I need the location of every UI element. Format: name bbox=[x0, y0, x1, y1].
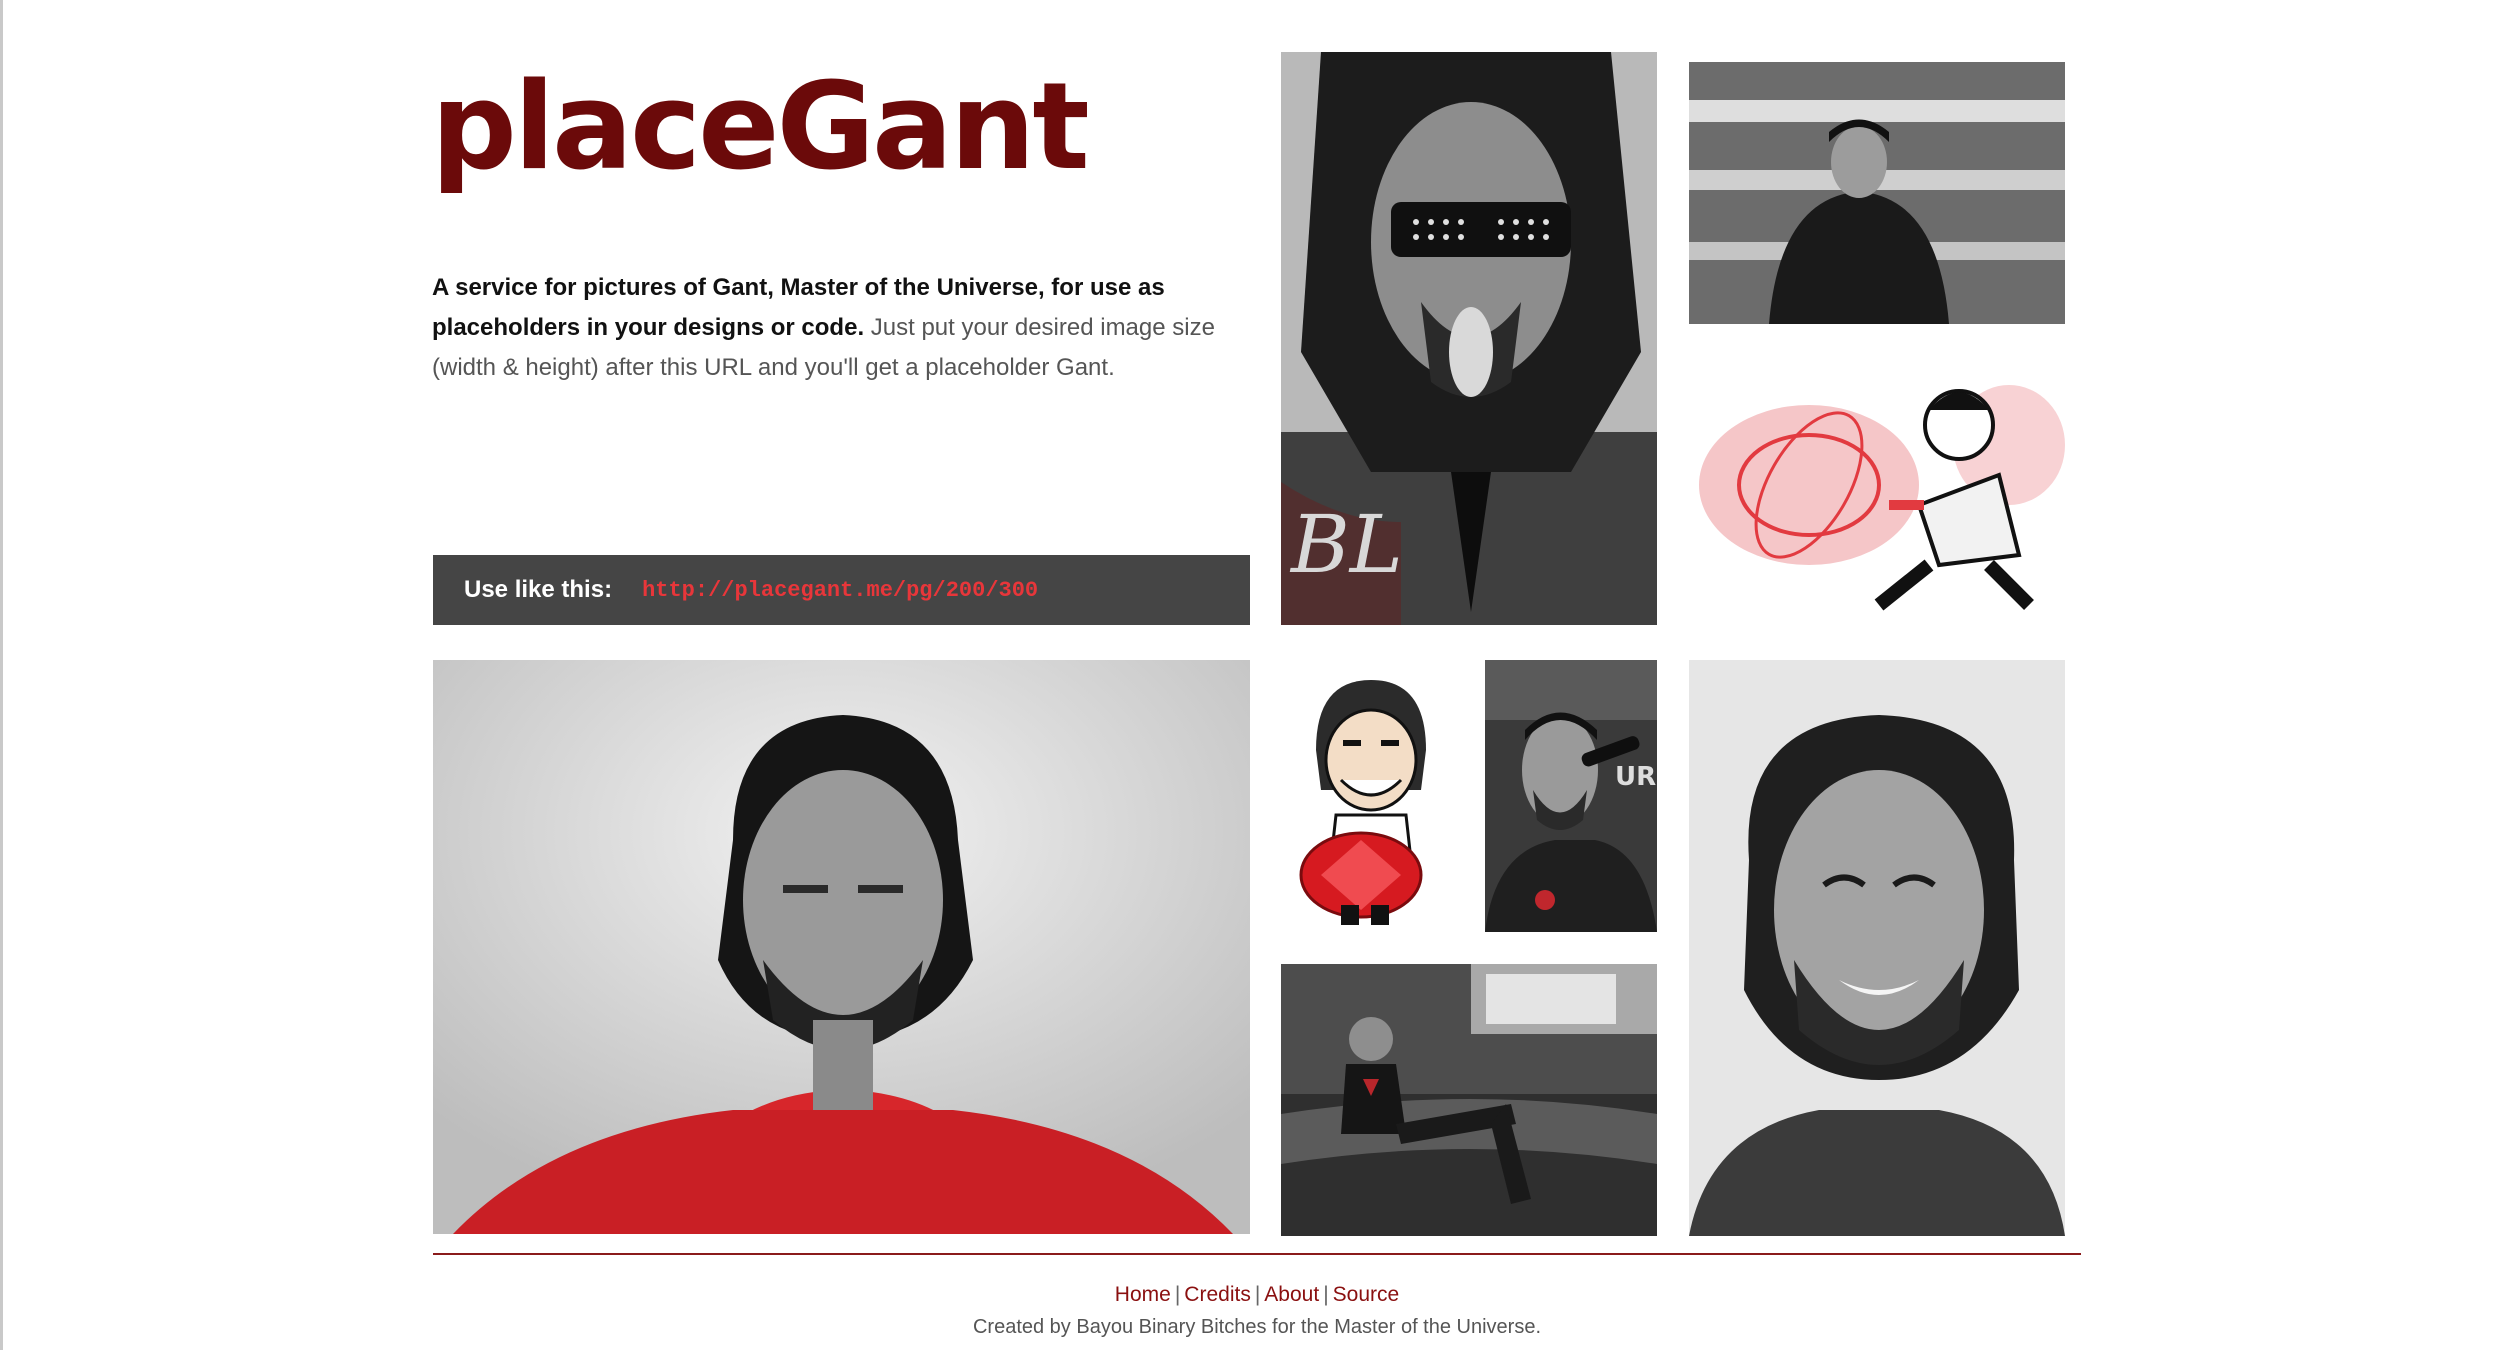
footer-divider bbox=[433, 1253, 2081, 1255]
portrait-illustration: UR bbox=[1485, 660, 1657, 932]
footer-link-source[interactable]: Source bbox=[1333, 1283, 1400, 1306]
site-logo[interactable]: placeGant bbox=[431, 58, 1090, 198]
usage-label: Use like this: bbox=[464, 576, 613, 603]
footer-link-about[interactable]: About bbox=[1264, 1283, 1319, 1306]
footer-separator: | bbox=[1254, 1283, 1261, 1306]
footer-link-credits[interactable]: Credits bbox=[1184, 1283, 1251, 1306]
usage-bar: Use like this: http://placegant.me/pg/20… bbox=[433, 555, 1250, 625]
intro-text: A service for pictures of Gant, Master o… bbox=[432, 268, 1252, 388]
svg-text:BL: BL bbox=[1289, 498, 1403, 591]
footer-separator: | bbox=[1174, 1283, 1181, 1306]
photo-gant-caricature-gem[interactable] bbox=[1281, 660, 1453, 932]
footer-separator: | bbox=[1323, 1283, 1329, 1306]
usage-url[interactable]: http://placegant.me/pg/200/300 bbox=[642, 578, 1038, 603]
portrait-illustration bbox=[1281, 964, 1657, 1236]
photo-gant-on-stage[interactable] bbox=[1689, 52, 2065, 324]
footer-link-home[interactable]: Home bbox=[1115, 1283, 1171, 1306]
footer-credit: Created by Bayou Binary Bitches for the … bbox=[972, 1316, 1542, 1338]
photo-gant-couch[interactable] bbox=[1281, 964, 1657, 1236]
svg-text:UR: UR bbox=[1615, 762, 1656, 792]
page: placeGant A service for pictures of Gant… bbox=[3, 0, 2508, 1350]
portrait-illustration bbox=[1689, 52, 2065, 324]
photo-gant-microphone[interactable]: UR bbox=[1485, 660, 1657, 932]
cartoon-illustration bbox=[1281, 660, 1453, 932]
photo-gant-red-shirt[interactable] bbox=[433, 660, 1250, 1234]
portrait-illustration bbox=[433, 660, 1250, 1234]
footer-nav: Home | Credits | About | Source bbox=[433, 1280, 2081, 1310]
cartoon-illustration bbox=[1689, 355, 2065, 627]
portrait-illustration: BL bbox=[1281, 52, 1657, 625]
portrait-illustration bbox=[1689, 660, 2065, 1236]
photo-gant-cartoon-energy[interactable] bbox=[1689, 355, 2065, 627]
photo-gant-smiling[interactable] bbox=[1689, 660, 2065, 1236]
photo-gant-shutter-shades[interactable]: BL bbox=[1281, 52, 1657, 625]
